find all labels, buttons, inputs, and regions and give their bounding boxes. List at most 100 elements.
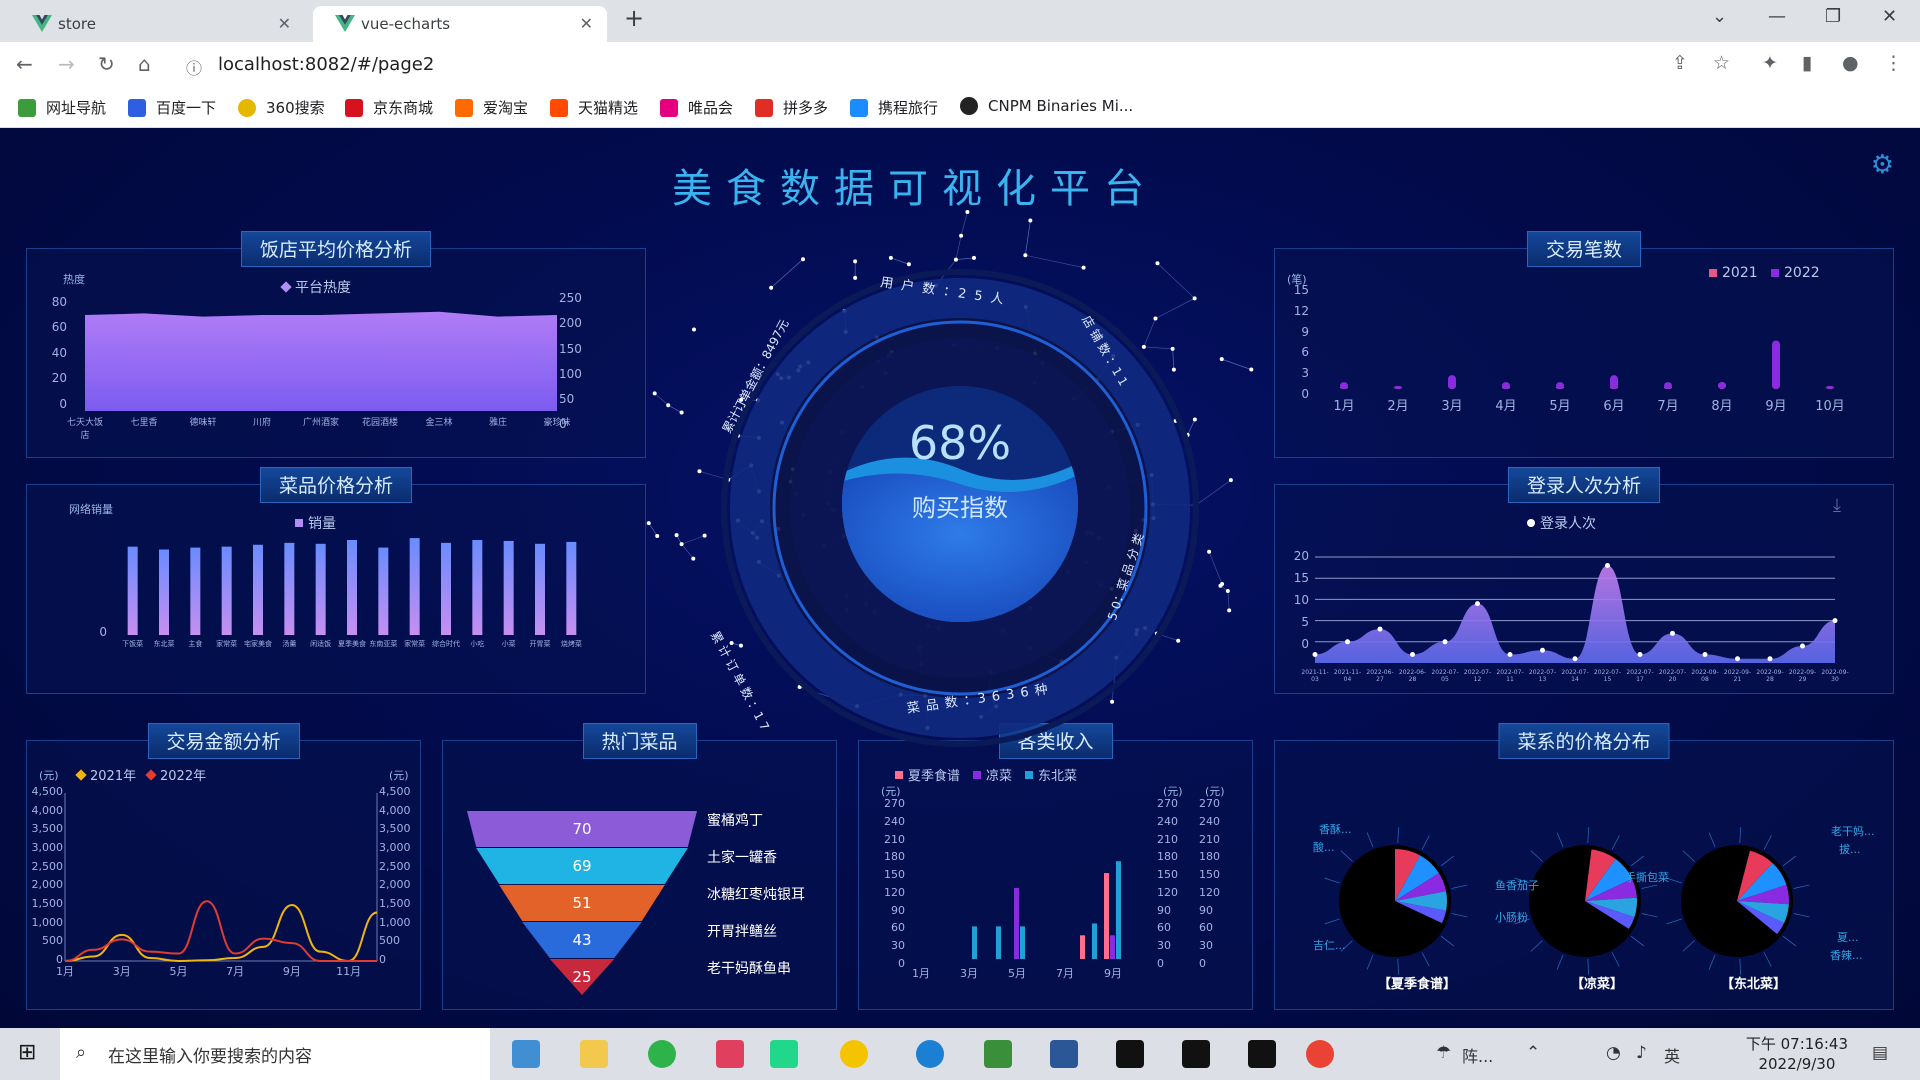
network-icon[interactable]: ◔	[1606, 1043, 1621, 1063]
y-tick: 6	[1301, 345, 1309, 360]
panel-income: 各类收入 夏季食谱 凉菜 东北菜 (元) (元) (元) 270 270 270 24…	[858, 723, 1253, 1010]
bookmark-item[interactable]: 爱淘宝	[455, 97, 528, 118]
star	[971, 255, 976, 260]
tab-search-icon[interactable]: ⌄	[1712, 6, 1727, 27]
bookmark-item[interactable]: 网址导航	[18, 97, 106, 118]
tab-vue-echarts[interactable]: vue-echarts ✕	[313, 6, 607, 42]
star	[1023, 253, 1028, 258]
notification-icon[interactable]: ▤	[1872, 1043, 1888, 1063]
info-icon[interactable]: ⓘ	[186, 55, 202, 79]
leader-line	[1440, 935, 1455, 947]
forward-icon[interactable]: →	[58, 52, 75, 76]
area-series	[1315, 565, 1835, 663]
tmall-icon	[550, 98, 568, 117]
leader-line	[1611, 952, 1620, 967]
file-explorer-icon[interactable]	[580, 1040, 608, 1068]
download-icon[interactable]: ⤓	[1833, 495, 1841, 516]
app-icon[interactable]	[648, 1040, 676, 1068]
bar	[347, 540, 357, 635]
minimize-button[interactable]: —	[1768, 6, 1786, 27]
x-tick: 夏季美食	[338, 640, 366, 648]
extensions-icon[interactable]: ✦	[1762, 52, 1778, 74]
bookmark-item[interactable]: CNPM Binaries Mi...	[960, 97, 1133, 115]
vue-logo-icon	[335, 15, 355, 32]
chrome-icon[interactable]	[1306, 1040, 1334, 1068]
bookmark-item[interactable]: 天猫精选	[550, 97, 638, 118]
leader-line	[1556, 954, 1564, 970]
gear-icon[interactable]: ⚙	[1871, 150, 1894, 180]
bar-chart-income	[972, 861, 1121, 959]
bar	[1772, 340, 1780, 389]
star	[655, 534, 660, 539]
point	[1605, 562, 1610, 568]
bar	[127, 546, 138, 635]
reload-icon[interactable]: ↻	[98, 52, 115, 76]
point	[1572, 656, 1578, 662]
slice-label: 酸...	[1313, 841, 1335, 854]
x-tick: 家常菜	[404, 640, 426, 648]
menu-icon[interactable]: ⋮	[1884, 52, 1903, 74]
close-tab-icon[interactable]: ✕	[580, 14, 593, 33]
panel-amount: 交易金额分析 2021年 2022年 (元) (元) 4,500 4,500 4,0…	[26, 723, 421, 1010]
bookmark-item[interactable]: 唯品会	[660, 97, 733, 118]
bookmark-item[interactable]: 拼多多	[755, 97, 828, 118]
tab-store[interactable]: store ✕	[10, 6, 305, 42]
x-tick: 烧烤菜	[560, 640, 582, 648]
point	[1735, 656, 1740, 662]
terminal-icon[interactable]	[1116, 1040, 1144, 1068]
home-icon[interactable]: ⌂	[138, 52, 151, 76]
y-tick: 4,000	[31, 803, 64, 817]
share-icon[interactable]: ⇪	[1672, 52, 1688, 74]
ime-indicator[interactable]: 英	[1664, 1043, 1680, 1067]
y-tick: 0	[59, 397, 67, 411]
close-tab-icon[interactable]: ✕	[278, 14, 291, 33]
y3-tick: 180	[1199, 850, 1220, 864]
bookmark-item[interactable]: 携程旅行	[850, 97, 938, 118]
tab-title: store	[58, 15, 96, 33]
leader-line	[1421, 952, 1430, 967]
constellation-line	[654, 393, 669, 406]
line-series	[64, 900, 377, 962]
maximize-button[interactable]: ❐	[1825, 6, 1841, 27]
x-tick: 10月	[1815, 399, 1845, 414]
bookmark-star-icon[interactable]: ☆	[1713, 52, 1730, 74]
bar	[284, 542, 295, 635]
new-tab-button[interactable]: +	[624, 4, 644, 32]
legend-marker	[1771, 269, 1779, 277]
back-icon[interactable]: ←	[16, 52, 33, 76]
volume-icon[interactable]: ♪	[1636, 1043, 1647, 1063]
weather-icon[interactable]: ☂	[1436, 1043, 1451, 1063]
clock[interactable]: 下午 07:16:43 2022/9/30	[1746, 1034, 1848, 1074]
windows-start-icon[interactable]: ⊞	[18, 1040, 36, 1065]
legend-marker	[145, 768, 157, 781]
url-field[interactable]: localhost:8082/#/page2	[218, 54, 434, 75]
profile-icon[interactable]: ●	[1842, 52, 1859, 74]
y2-tick: 0	[1157, 957, 1164, 970]
close-window-button[interactable]: ✕	[1882, 6, 1897, 27]
bookmark-item[interactable]: 百度一下	[128, 97, 216, 118]
panel-avg-price: 饭店平均价格分析 平台热度 热度 80 60 40 20 0 250 200 1…	[26, 231, 646, 458]
intellij-icon[interactable]	[716, 1040, 744, 1068]
y2-unit: (元)	[389, 769, 409, 782]
app-icon[interactable]	[984, 1040, 1012, 1068]
y3-tick: 90	[1199, 903, 1213, 917]
terminal-icon[interactable]	[1182, 1040, 1210, 1068]
app-icon[interactable]	[1050, 1040, 1078, 1068]
sidepanel-icon[interactable]: ▮	[1802, 52, 1812, 74]
bookmark-item[interactable]: 360搜索	[238, 97, 325, 118]
y3-tick: 120	[1199, 885, 1220, 899]
edge-icon[interactable]	[916, 1040, 944, 1068]
taskbar-search[interactable]: ⌕ 在这里输入你要搜索的内容	[60, 1028, 490, 1080]
x-tick: 2022-06-27	[1366, 669, 1394, 683]
pycharm-icon[interactable]	[770, 1040, 798, 1068]
app-icon[interactable]	[840, 1040, 868, 1068]
y-tick: 120	[884, 885, 905, 899]
point	[1345, 639, 1350, 645]
app-icon[interactable]	[512, 1040, 540, 1068]
terminal-icon[interactable]	[1248, 1040, 1276, 1068]
bookmark-item[interactable]: 京东商城	[345, 97, 433, 118]
y2-tick: 3,500	[379, 822, 411, 836]
star	[1220, 581, 1225, 586]
leader-line	[1366, 954, 1374, 970]
tray-chevron-icon[interactable]: ⌃	[1526, 1043, 1540, 1063]
